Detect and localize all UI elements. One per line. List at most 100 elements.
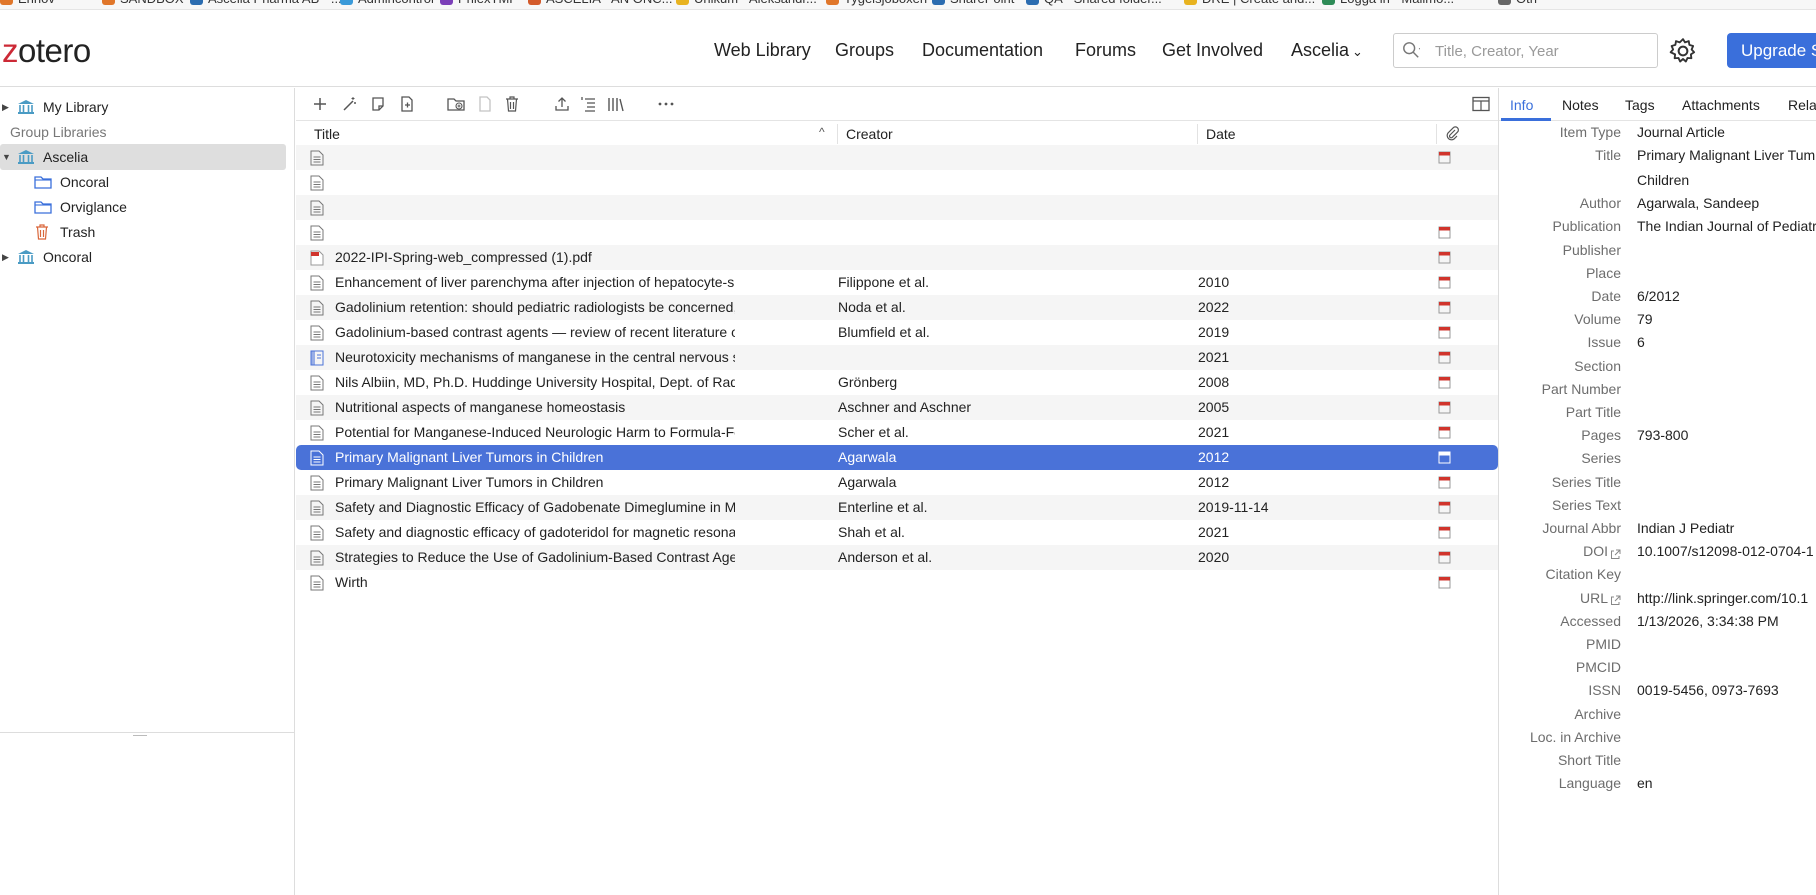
external-link-icon[interactable] [1610,547,1621,559]
external-link-icon[interactable] [1610,593,1621,606]
bookmark-item[interactable]: Ennov [0,0,55,6]
field-value[interactable]: 6/2012 [1637,288,1816,304]
bookmark-item[interactable]: Ascelia Pharma AB - ... [190,0,342,6]
column-title[interactable]: Title [314,126,340,142]
column-resizer[interactable] [1436,124,1437,144]
bookmark-item[interactable]: Oth [1498,0,1537,6]
pdf-attachment-icon[interactable] [1438,351,1451,364]
library-my-library[interactable]: ▶ My Library [0,94,286,120]
pane-splitter[interactable] [0,732,295,736]
table-row[interactable]: Enhancement of liver parenchyma after in… [296,270,1498,295]
pdf-attachment-icon[interactable] [1438,576,1451,589]
pdf-attachment-icon[interactable] [1438,301,1451,314]
column-date[interactable]: Date [1206,126,1236,142]
export-icon[interactable] [552,94,572,114]
field-value[interactable]: The Indian Journal of Pediatr [1637,218,1816,234]
bookmark-item[interactable]: SharePoint [932,0,1014,6]
collection-orviglance[interactable]: Orviglance [0,194,286,220]
user-menu[interactable]: Ascelia ⌄ [1291,40,1363,61]
table-row[interactable]: Wirth [296,570,1498,595]
table-row[interactable]: 2022-IPI-Spring-web_compressed (1).pdf [296,245,1498,270]
field-value[interactable]: Primary Malignant Liver Tum Children [1637,143,1816,193]
create-bibliography-icon[interactable] [579,94,599,114]
table-row[interactable]: Strategies to Reduce the Use of Gadolini… [296,545,1498,570]
table-row[interactable]: Primary Malignant Liver Tumors in Childr… [296,470,1498,495]
tab-attachments[interactable]: Attachments [1682,97,1760,113]
nav-groups[interactable]: Groups [835,40,894,61]
library-ascelia[interactable]: ▼ Ascelia [0,144,286,170]
gear-icon[interactable] [1668,36,1698,66]
pdf-attachment-icon[interactable] [1438,251,1451,264]
pdf-attachment-icon[interactable] [1438,326,1451,339]
upgrade-button[interactable]: Upgrade S [1727,33,1816,68]
attachment-column-icon[interactable] [1445,125,1459,144]
pdf-attachment-icon[interactable] [1438,501,1451,514]
field-value[interactable]: 79 [1637,311,1816,327]
toggle-item-pane-icon[interactable] [1471,94,1491,114]
nav-forums[interactable]: Forums [1075,40,1136,61]
twisty-toggle[interactable]: ▶ [2,102,12,113]
field-value[interactable]: 0019-5456, 0973-7693 [1637,682,1816,698]
twisty-toggle[interactable]: ▶ [2,252,12,263]
collection-oncoral[interactable]: Oncoral [0,169,286,195]
table-row[interactable]: Potential for Manganese-Induced Neurolog… [296,420,1498,445]
field-value[interactable]: http://link.springer.com/10.1 [1637,590,1816,606]
pdf-attachment-icon[interactable] [1438,276,1451,289]
pdf-attachment-icon[interactable] [1438,376,1451,389]
field-value[interactable]: 1/13/2026, 3:34:38 PM [1637,613,1816,629]
table-row[interactable]: Neurotoxicity mechanisms of manganese in… [296,345,1498,370]
table-row[interactable]: Nutritional aspects of manganese homeost… [296,395,1498,420]
table-row[interactable] [296,170,1498,195]
twisty-toggle[interactable]: ▼ [2,152,12,162]
bookmark-item[interactable]: Admincontrol [340,0,434,6]
bookmark-item[interactable]: Logga in - Mailmo... [1322,0,1454,6]
tab-tags[interactable]: Tags [1625,97,1655,113]
bookmark-item[interactable]: QA - Shared folder... [1026,0,1162,6]
pdf-attachment-icon[interactable] [1438,401,1451,414]
bookmark-item[interactable]: ASCELIA - AN ONC... [528,0,672,6]
trash-icon[interactable] [502,94,522,114]
column-resizer[interactable] [837,124,838,144]
pdf-attachment-icon[interactable] [1438,426,1451,439]
add-item-icon[interactable] [310,94,330,114]
field-value[interactable]: Indian J Pediatr [1637,520,1816,536]
table-row[interactable]: Primary Malignant Liver Tumors in Childr… [296,445,1498,470]
field-value[interactable]: Agarwala, Sandeep [1637,195,1816,211]
library-lookup-icon[interactable] [606,94,626,114]
pdf-attachment-icon[interactable] [1438,476,1451,489]
tab-related[interactable]: Rela [1788,97,1816,113]
field-value[interactable]: 10.1007/s12098-012-0704-1 [1637,543,1816,559]
pdf-attachment-icon[interactable] [1438,226,1451,239]
table-row[interactable] [296,195,1498,220]
table-row[interactable]: Gadolinium-based contrast agents — revie… [296,320,1498,345]
pdf-attachment-icon[interactable] [1438,451,1451,464]
table-row[interactable]: Nils Albiin, MD, Ph.D. Huddinge Universi… [296,370,1498,395]
tab-notes[interactable]: Notes [1562,97,1599,113]
table-row[interactable]: Gadolinium retention: should pediatric r… [296,295,1498,320]
nav-web-library[interactable]: Web Library [714,40,811,61]
table-row[interactable] [296,145,1498,170]
bookmark-item[interactable]: PhlexTMF [440,0,517,6]
table-row[interactable]: Safety and Diagnostic Efficacy of Gadobe… [296,495,1498,520]
bookmark-item[interactable]: Unikum - Aleksandr... [676,0,817,6]
field-value[interactable]: 6 [1637,334,1816,350]
library-oncoral[interactable]: ▶ Oncoral [0,244,286,270]
trash-collection[interactable]: Trash [0,219,286,245]
add-attachment-icon[interactable] [397,94,417,114]
nav-get-involved[interactable]: Get Involved [1162,40,1263,61]
table-row[interactable] [296,220,1498,245]
bookmark-item[interactable]: Tygelsjöboxen [826,0,927,6]
field-value[interactable]: Journal Article [1637,124,1816,140]
zotero-logo[interactable]: zotero [2,32,91,70]
pdf-attachment-icon[interactable] [1438,551,1451,564]
table-row[interactable]: Safety and diagnostic efficacy of gadote… [296,520,1498,545]
bookmark-item[interactable]: DRE | Create and... [1184,0,1315,6]
new-note-icon[interactable] [368,94,388,114]
bookmark-item[interactable]: SANDBOX [102,0,184,6]
new-collection-icon[interactable] [446,94,466,114]
nav-documentation[interactable]: Documentation [922,40,1043,61]
pdf-attachment-icon[interactable] [1438,526,1451,539]
search-input[interactable]: Title, Creator, Year [1393,33,1658,68]
splitter-grip[interactable] [133,735,147,736]
magic-wand-icon[interactable] [339,94,359,114]
